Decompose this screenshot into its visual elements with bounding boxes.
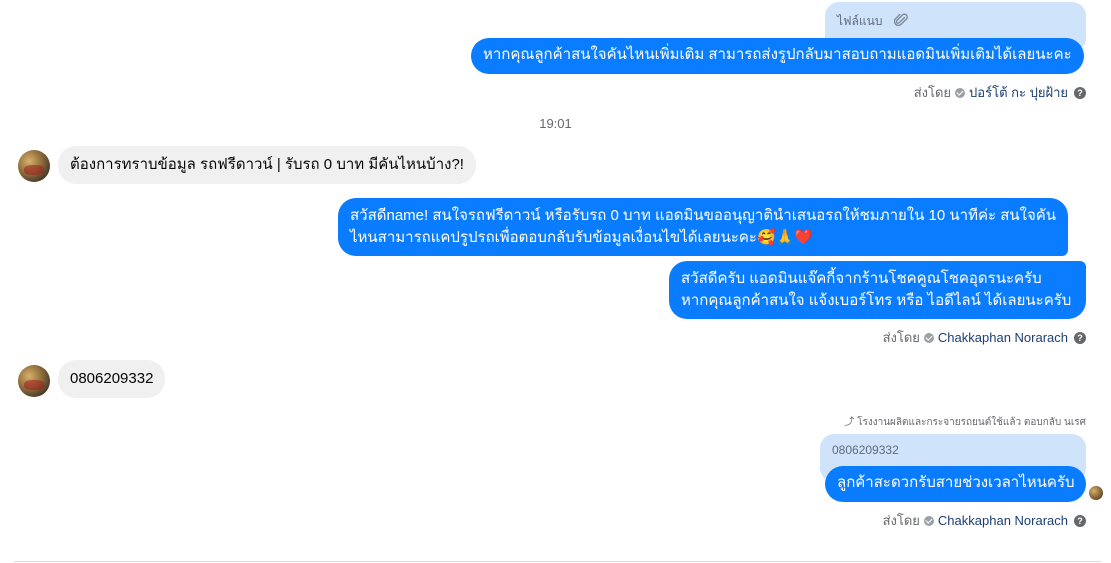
check-icon (923, 332, 934, 343)
incoming-message[interactable]: ต้องการทราบข้อมูล รถฟรีดาวน์ | รับรถ 0 บ… (58, 146, 476, 184)
message-text: ลูกค้าสะดวกรับสายช่วงเวลาไหนครับ (837, 474, 1075, 491)
message-text-line: สวัสดีครับ แอดมินแจ๊คกี้จากร้านโชคคูณโชค… (681, 270, 1042, 287)
check-icon (955, 87, 966, 98)
help-icon[interactable]: ? (1074, 514, 1086, 527)
time-divider: 19:01 (539, 116, 572, 131)
sent-by-row: ส่งโดย ปอร์โต้ กะ ปุยฝ้าย ? (914, 82, 1086, 103)
help-icon[interactable]: ? (1074, 86, 1086, 99)
help-icon[interactable]: ? (1074, 331, 1086, 344)
paperclip-icon (893, 13, 908, 31)
sender-name[interactable]: ปอร์โต้ กะ ปุยฝ้าย (969, 82, 1068, 103)
message-text-line: สวัสดีname! สนใจรถฟรีดาวน์ หรือรับรถ 0 บ… (350, 207, 1057, 224)
sent-by-prefix: ส่งโดย (882, 330, 920, 345)
avatar[interactable] (18, 150, 50, 182)
reply-arrow-icon: ⤴ (844, 417, 855, 428)
outgoing-message[interactable]: ลูกค้าสะดวกรับสายช่วงเวลาไหนครับ (825, 466, 1086, 502)
message-text: หากคุณลูกค้าสนใจคันไหนเพิ่มเติม สามารถส่… (483, 46, 1072, 63)
sent-by-prefix: ส่งโดย (882, 513, 920, 528)
reply-hint-text: โรงงานผลิตและกระจายรถยนต์ใช้แล้ว ตอบกลับ… (857, 417, 1086, 428)
message-text-line: ไหนสามารถแคปรูปรถเพื่อตอบกลับรับข้อมูลเง… (350, 229, 814, 246)
read-receipt-avatar (1089, 486, 1103, 500)
reply-hint: ⤴ โรงงานผลิตและกระจายรถยนต์ใช้แล้ว ตอบกล… (844, 413, 1086, 430)
sent-by-row: ส่งโดย Chakkaphan Norarach ? (883, 510, 1086, 531)
outgoing-message[interactable]: สวัสดีname! สนใจรถฟรีดาวน์ หรือรับรถ 0 บ… (338, 198, 1069, 256)
incoming-message[interactable]: 0806209332 (58, 360, 166, 398)
sender-name[interactable]: Chakkaphan Norarach (938, 330, 1068, 345)
outgoing-message[interactable]: สวัสดีครับ แอดมินแจ๊คกี้จากร้านโชคคูณโชค… (669, 261, 1086, 319)
check-icon (923, 515, 934, 526)
avatar[interactable] (18, 365, 50, 397)
sender-name[interactable]: Chakkaphan Norarach (938, 513, 1068, 528)
quoted-text: 0806209332 (832, 443, 899, 457)
sent-by-prefix: ส่งโดย (913, 85, 952, 100)
composer-divider (14, 561, 1101, 562)
message-text-line: หากคุณลูกค้าสนใจ แจ้งเบอร์โทร หรือ ไอดีไ… (681, 292, 1072, 309)
message-text: 0806209332 (70, 370, 154, 387)
attachment-label: ไฟล์แนบ (837, 14, 883, 28)
sent-by-row: ส่งโดย Chakkaphan Norarach ? (883, 327, 1086, 348)
outgoing-message[interactable]: หากคุณลูกค้าสนใจคันไหนเพิ่มเติม สามารถส่… (471, 38, 1084, 74)
message-text: ต้องการทราบข้อมูล รถฟรีดาวน์ | รับรถ 0 บ… (70, 156, 464, 173)
